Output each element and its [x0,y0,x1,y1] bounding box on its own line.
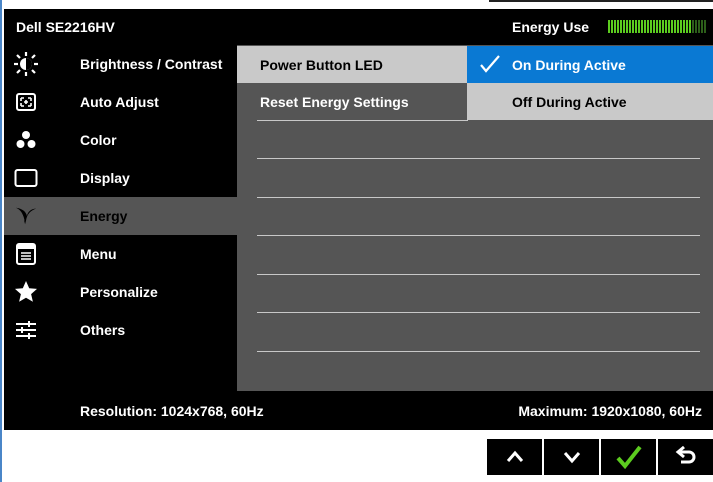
color-icon [16,131,36,148]
energy-leaf-icon [15,207,37,225]
menu-item-menu[interactable]: Menu [4,235,237,273]
menu-icon [16,243,36,265]
divider [257,235,700,236]
energy-meter-segment [704,20,706,33]
menu-item-display[interactable]: Display [4,159,237,197]
energy-meter-segment [698,20,700,33]
energy-meter-segment [659,20,661,33]
divider [257,158,700,159]
energy-meter-segment [674,20,676,33]
divider [257,274,700,275]
check-icon [480,55,500,73]
display-icon [14,169,38,187]
menu-item-energy[interactable]: Energy [4,197,237,235]
energy-meter-segment [686,20,688,33]
menu-item-label: Energy [80,208,128,224]
energy-meter-segment [665,20,667,33]
energy-meter-segment [689,20,691,33]
osd-footer: Resolution: 1024x768, 60Hz Maximum: 1920… [4,391,713,430]
submenu-item-label: Reset Energy Settings [260,94,409,110]
submenu-item-label: Power Button LED [260,57,383,73]
energy-meter-segment [620,20,622,33]
energy-meter-segment [614,20,616,33]
menu-item-label: Menu [80,246,117,262]
osd-main-menu: Brightness / Contrast Auto Adjust Color … [4,45,237,391]
energy-meter-segment [626,20,628,33]
menu-item-others[interactable]: Others [4,311,237,349]
menu-item-brightness-contrast[interactable]: Brightness / Contrast [4,45,237,83]
current-resolution: Resolution: 1024x768, 60Hz [80,403,264,419]
option-on-during-active[interactable]: On During Active [467,46,713,83]
energy-meter-segment [680,20,682,33]
window-edge [0,0,2,482]
divider [257,120,468,121]
energy-meter-segment [641,20,643,33]
top-rule [489,0,713,2]
menu-item-color[interactable]: Color [4,121,237,159]
energy-meter-segment [623,20,625,33]
maximum-resolution: Maximum: 1920x1080, 60Hz [518,403,702,419]
energy-meter-segment [692,20,694,33]
auto-adjust-icon [16,93,36,111]
energy-meter-segment [650,20,652,33]
menu-item-label: Brightness / Contrast [80,56,223,72]
energy-meter-segment [638,20,640,33]
ok-button[interactable] [601,439,656,475]
divider [257,197,700,198]
submenu-item-power-button-led[interactable]: Power Button LED [237,46,467,83]
energy-meter-segment [644,20,646,33]
osd-header: Dell SE2216HV Energy Use [4,9,713,45]
energy-meter-segment [695,20,697,33]
chevron-down-icon [563,452,580,464]
energy-meter-segment [629,20,631,33]
energy-meter-segment [677,20,679,33]
menu-item-auto-adjust[interactable]: Auto Adjust [4,83,237,121]
energy-meter-segment [683,20,685,33]
energy-meter-segment [608,20,610,33]
brightness-icon [14,52,38,76]
up-button[interactable] [487,439,542,475]
option-off-during-active[interactable]: Off During Active [467,83,713,120]
sliders-icon [16,321,36,339]
energy-use-meter [608,20,706,33]
check-icon [615,445,642,470]
menu-item-label: Color [80,132,117,148]
monitor-osd: Dell SE2216HV Energy Use Brightness / Co… [4,9,713,430]
option-label: Off During Active [512,94,627,110]
energy-meter-segment [656,20,658,33]
menu-item-label: Display [80,170,130,186]
monitor-model: Dell SE2216HV [16,19,115,35]
menu-item-label: Personalize [80,284,158,300]
option-label: On During Active [512,57,626,73]
energy-meter-segment [635,20,637,33]
energy-meter-segment [632,20,634,33]
star-icon [15,281,37,302]
energy-meter-segment [662,20,664,33]
energy-meter-segment [611,20,613,33]
energy-submenu: Power Button LED Reset Energy Settings [237,45,467,391]
energy-meter-segment [653,20,655,33]
divider [257,312,700,313]
menu-item-personalize[interactable]: Personalize [4,273,237,311]
monitor-buttons [487,439,713,475]
back-button[interactable] [658,439,713,475]
energy-use-label: Energy Use [512,19,590,35]
energy-meter-segment [668,20,670,33]
back-arrow-icon [675,446,695,464]
menu-item-label: Auto Adjust [80,94,159,110]
divider [257,351,700,352]
menu-item-label: Others [80,322,126,338]
energy-meter-segment [647,20,649,33]
energy-meter-segment [701,20,703,33]
energy-meter-segment [671,20,673,33]
energy-meter-segment [617,20,619,33]
down-button[interactable] [544,439,599,475]
chevron-up-icon [506,450,523,462]
submenu-item-reset-energy-settings[interactable]: Reset Energy Settings [237,83,467,120]
